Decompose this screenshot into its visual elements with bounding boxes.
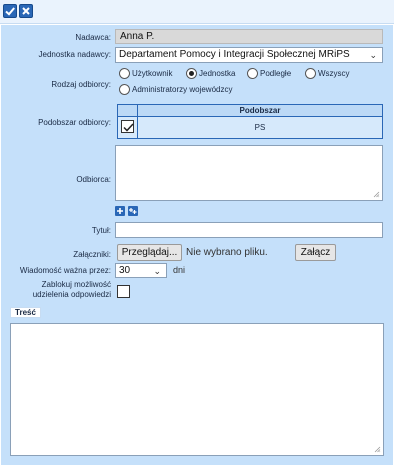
- block-reply-label: Zablokuj możliwość udzielenia odpowiedzi: [32, 280, 111, 299]
- radio-podlegle[interactable]: [247, 68, 258, 79]
- close-icon: [22, 7, 30, 15]
- resize-grip-icon[interactable]: [373, 191, 380, 198]
- rodzaj-label: Rodzaj odbiorcy:: [51, 80, 111, 89]
- add-recipient-button[interactable]: [115, 206, 125, 216]
- tresc-label: Treść: [10, 307, 41, 318]
- zalaczniki-label: Załączniki:: [73, 250, 111, 259]
- chevron-down-icon: ⌄: [369, 50, 377, 60]
- browse-button[interactable]: Przeglądaj...: [117, 244, 182, 261]
- valid-label: Wiadomość ważna przez:: [19, 266, 111, 275]
- radio-uzytkownik[interactable]: [119, 68, 130, 79]
- tresc-textarea[interactable]: [10, 323, 384, 456]
- valid-value: 30: [119, 265, 131, 276]
- checkmark-icon: [123, 123, 134, 132]
- close-button[interactable]: [19, 4, 33, 18]
- nadawca-field: Anna P.: [115, 29, 383, 44]
- radio-label-jednostka: Jednostka: [199, 69, 236, 78]
- radio-label-administratorzy: Administratorzy wojewódzcy: [132, 85, 233, 94]
- valid-unit: dni: [173, 265, 186, 275]
- block-reply-checkbox[interactable]: [117, 285, 130, 298]
- plus-icon: [117, 208, 123, 214]
- add-group-icon: [129, 208, 137, 214]
- checkmark-icon: [5, 7, 15, 16]
- attach-button[interactable]: Załącz: [295, 244, 336, 261]
- resize-grip-icon[interactable]: [374, 446, 381, 453]
- odbiorca-textarea[interactable]: [115, 145, 383, 201]
- confirm-button[interactable]: [3, 4, 17, 18]
- toolbar: [0, 0, 394, 24]
- jednostka-value: Departament Pomocy i Integracji Społeczn…: [119, 49, 350, 60]
- add-group-button[interactable]: [128, 206, 138, 216]
- valid-select[interactable]: 30 ⌄: [115, 263, 167, 278]
- radio-label-wszyscy: Wszyscy: [318, 69, 350, 78]
- podobszar-label: Podobszar odbiorcy:: [38, 118, 111, 127]
- no-file-text: Nie wybrano pliku.: [186, 247, 268, 258]
- jednostka-select[interactable]: Departament Pomocy i Integracji Społeczn…: [115, 47, 383, 63]
- podobszar-row-value: PS: [138, 117, 382, 138]
- podobszar-header: Podobszar: [138, 105, 382, 117]
- podobszar-row-check-cell: [118, 117, 138, 138]
- radio-jednostka[interactable]: [186, 68, 197, 79]
- podobszar-header-check: [118, 105, 138, 117]
- radio-administratorzy[interactable]: [119, 84, 130, 95]
- chevron-down-icon: ⌄: [153, 266, 161, 276]
- jednostka-label: Jednostka nadawcy:: [38, 50, 112, 59]
- radio-wszyscy[interactable]: [305, 68, 316, 79]
- radio-label-uzytkownik: Użytkownik: [132, 69, 173, 78]
- message-form: Nadawca: Anna P. Jednostka nadawcy: Depa…: [1, 25, 393, 465]
- tytul-label: Tytuł:: [91, 226, 111, 235]
- podobszar-table: Podobszar PS: [117, 104, 383, 139]
- radio-label-podlegle: Podległe: [260, 69, 292, 78]
- podobszar-row-checkbox[interactable]: [121, 120, 134, 133]
- odbiorca-label: Odbiorca:: [76, 175, 111, 184]
- nadawca-label: Nadawca:: [75, 33, 111, 42]
- tytul-input[interactable]: [115, 222, 383, 238]
